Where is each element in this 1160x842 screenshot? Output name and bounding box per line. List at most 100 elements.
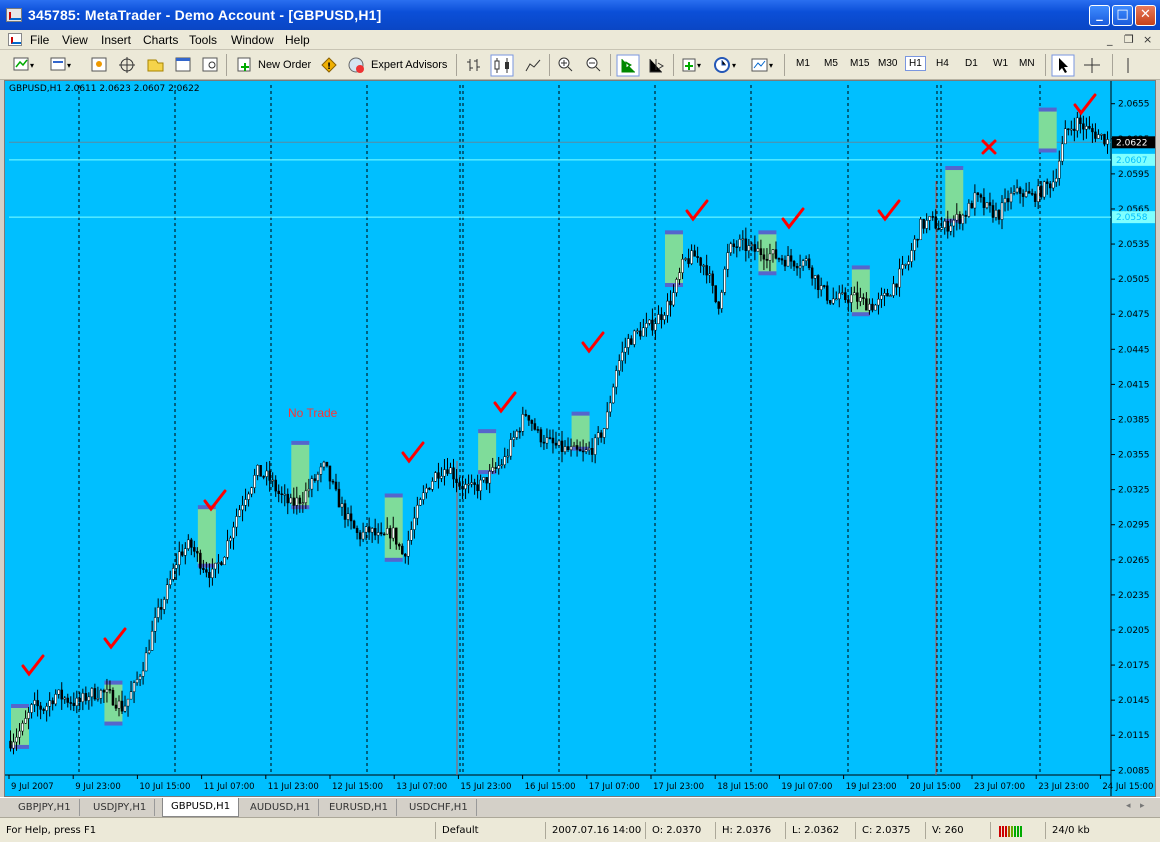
line-chart-icon[interactable]	[525, 59, 541, 72]
candle-body	[211, 568, 214, 578]
candle-body	[560, 440, 564, 452]
hline-price-label: 2.0558	[1116, 213, 1148, 223]
candle-body	[816, 275, 820, 291]
candle-body	[1097, 134, 1100, 139]
candle-body	[298, 497, 302, 504]
new-chart-icon[interactable]: ▾	[13, 57, 34, 71]
timeframe-mn[interactable]: MN	[1019, 58, 1035, 69]
mdi-minimize-button[interactable]: _	[1107, 33, 1113, 46]
candle-body	[726, 252, 730, 270]
candle-body	[937, 228, 940, 230]
candle-body	[1012, 191, 1016, 194]
menu-charts[interactable]: Charts	[143, 33, 178, 47]
chart-shift-icon[interactable]	[649, 59, 664, 73]
tab-eurusd[interactable]: EURUSD,H1	[321, 799, 398, 816]
zoom-out-icon[interactable]	[586, 57, 601, 72]
timeframe-m30[interactable]: M30	[878, 58, 897, 69]
chart-window[interactable]: 2.06552.06252.05952.05652.05352.05052.04…	[4, 80, 1156, 797]
tab-usdjpy[interactable]: USDJPY,H1	[85, 799, 156, 816]
candle-body	[949, 225, 953, 232]
tab-usdchf[interactable]: USDCHF,H1	[401, 799, 477, 816]
timeframe-w1[interactable]: W1	[993, 58, 1008, 69]
signal-box[interactable]	[478, 431, 497, 473]
expert-advisors-button[interactable]: Expert Advisors	[371, 55, 447, 75]
candle-body	[39, 705, 42, 710]
tab-scroll-left-icon[interactable]: ◂	[1126, 801, 1131, 811]
cursor-icon[interactable]	[1051, 54, 1075, 77]
signal-box[interactable]	[1038, 109, 1057, 151]
candle-body	[171, 568, 175, 580]
tab-audusd[interactable]: AUDUSD,H1	[242, 799, 320, 816]
candle-body	[922, 219, 925, 229]
menu-window[interactable]: Window	[231, 33, 274, 47]
candle-body	[413, 517, 416, 530]
expert-advisors-icon[interactable]	[348, 57, 364, 73]
profiles-icon[interactable]: ▾	[50, 57, 71, 71]
candle-body	[768, 253, 772, 261]
menu-tools[interactable]: Tools	[189, 33, 217, 47]
y-tick-label: 2.0355	[1118, 451, 1150, 461]
mdi-restore-button[interactable]: ❐	[1124, 33, 1134, 46]
market-watch-icon[interactable]	[91, 57, 107, 72]
candle-body	[624, 347, 627, 353]
terminal-icon[interactable]	[175, 57, 191, 72]
candle-body	[723, 268, 726, 293]
zoom-in-icon[interactable]	[558, 57, 573, 72]
tab-gbpjpy[interactable]: GBPJPY,H1	[10, 799, 80, 816]
x-tick-label: 9 Jul 23:00	[75, 782, 121, 792]
strategy-tester-icon[interactable]	[202, 57, 218, 72]
candle-body	[238, 509, 241, 517]
crosshair-icon[interactable]	[1084, 58, 1100, 73]
indicators-icon[interactable]: ▾	[682, 58, 701, 72]
candle-body	[301, 502, 305, 504]
timeframe-m15[interactable]: M15	[850, 58, 869, 69]
candle-body	[1021, 193, 1025, 197]
candle-body	[196, 551, 199, 554]
metaeditor-icon[interactable]: !	[321, 57, 337, 73]
chart-tabs: GBPJPY,H1 USDJPY,H1 GBPUSD,H1 AUDUSD,H1 …	[0, 797, 1160, 817]
new-order-button[interactable]: New Order	[258, 55, 311, 75]
maximize-button[interactable]: □	[1112, 5, 1133, 26]
candle-body	[120, 700, 124, 712]
candle-body	[530, 420, 534, 424]
menu-insert[interactable]: Insert	[101, 33, 131, 47]
x-tick-label: 18 Jul 15:00	[717, 782, 768, 792]
candle-body	[184, 548, 187, 556]
tab-scroll-right-icon[interactable]: ▸	[1140, 801, 1145, 811]
crosshair-navigator-icon[interactable]	[119, 57, 135, 73]
menu-file[interactable]: File	[30, 33, 49, 47]
candlestick-icon[interactable]	[490, 54, 514, 77]
autoscroll-icon[interactable]	[616, 54, 640, 77]
new-order-icon[interactable]	[237, 57, 251, 72]
periods-icon[interactable]: ▾	[714, 57, 736, 73]
close-button[interactable]: ✕	[1135, 5, 1156, 26]
menu-help[interactable]: Help	[285, 33, 310, 47]
candle-body	[355, 527, 359, 533]
x-tick-label: 17 Jul 07:00	[589, 782, 640, 792]
candle-body	[678, 272, 681, 280]
candle-body	[883, 293, 886, 296]
timeframe-h4[interactable]: H4	[936, 58, 949, 69]
templates-icon[interactable]: ▾	[751, 58, 773, 72]
timeframe-h1[interactable]: H1	[905, 56, 926, 71]
candle-body	[256, 465, 259, 476]
title-bar[interactable]: 345785: MetaTrader - Demo Account - [GBP…	[0, 0, 1160, 30]
candle-body	[1000, 202, 1004, 220]
mdi-close-button[interactable]: ×	[1143, 33, 1152, 46]
timeframe-m1[interactable]: M1	[796, 58, 810, 69]
timeframe-d1[interactable]: D1	[965, 58, 978, 69]
candle-body	[844, 292, 847, 301]
bar-chart-icon[interactable]	[467, 59, 480, 71]
chart-window-icon[interactable]	[8, 33, 22, 46]
menu-view[interactable]: View	[62, 33, 88, 47]
price-chart[interactable]: 2.06552.06252.05952.05652.05352.05052.04…	[5, 81, 1155, 796]
data-window-icon[interactable]	[147, 59, 164, 72]
candle-body	[12, 741, 15, 749]
minimize-button[interactable]: _	[1089, 5, 1110, 26]
timeframe-m5[interactable]: M5	[824, 58, 838, 69]
tab-gbpusd[interactable]: GBPUSD,H1	[162, 798, 240, 817]
candle-body	[388, 528, 392, 539]
candle-body	[901, 264, 904, 270]
candle-body	[63, 697, 66, 700]
candle-body	[72, 702, 76, 706]
